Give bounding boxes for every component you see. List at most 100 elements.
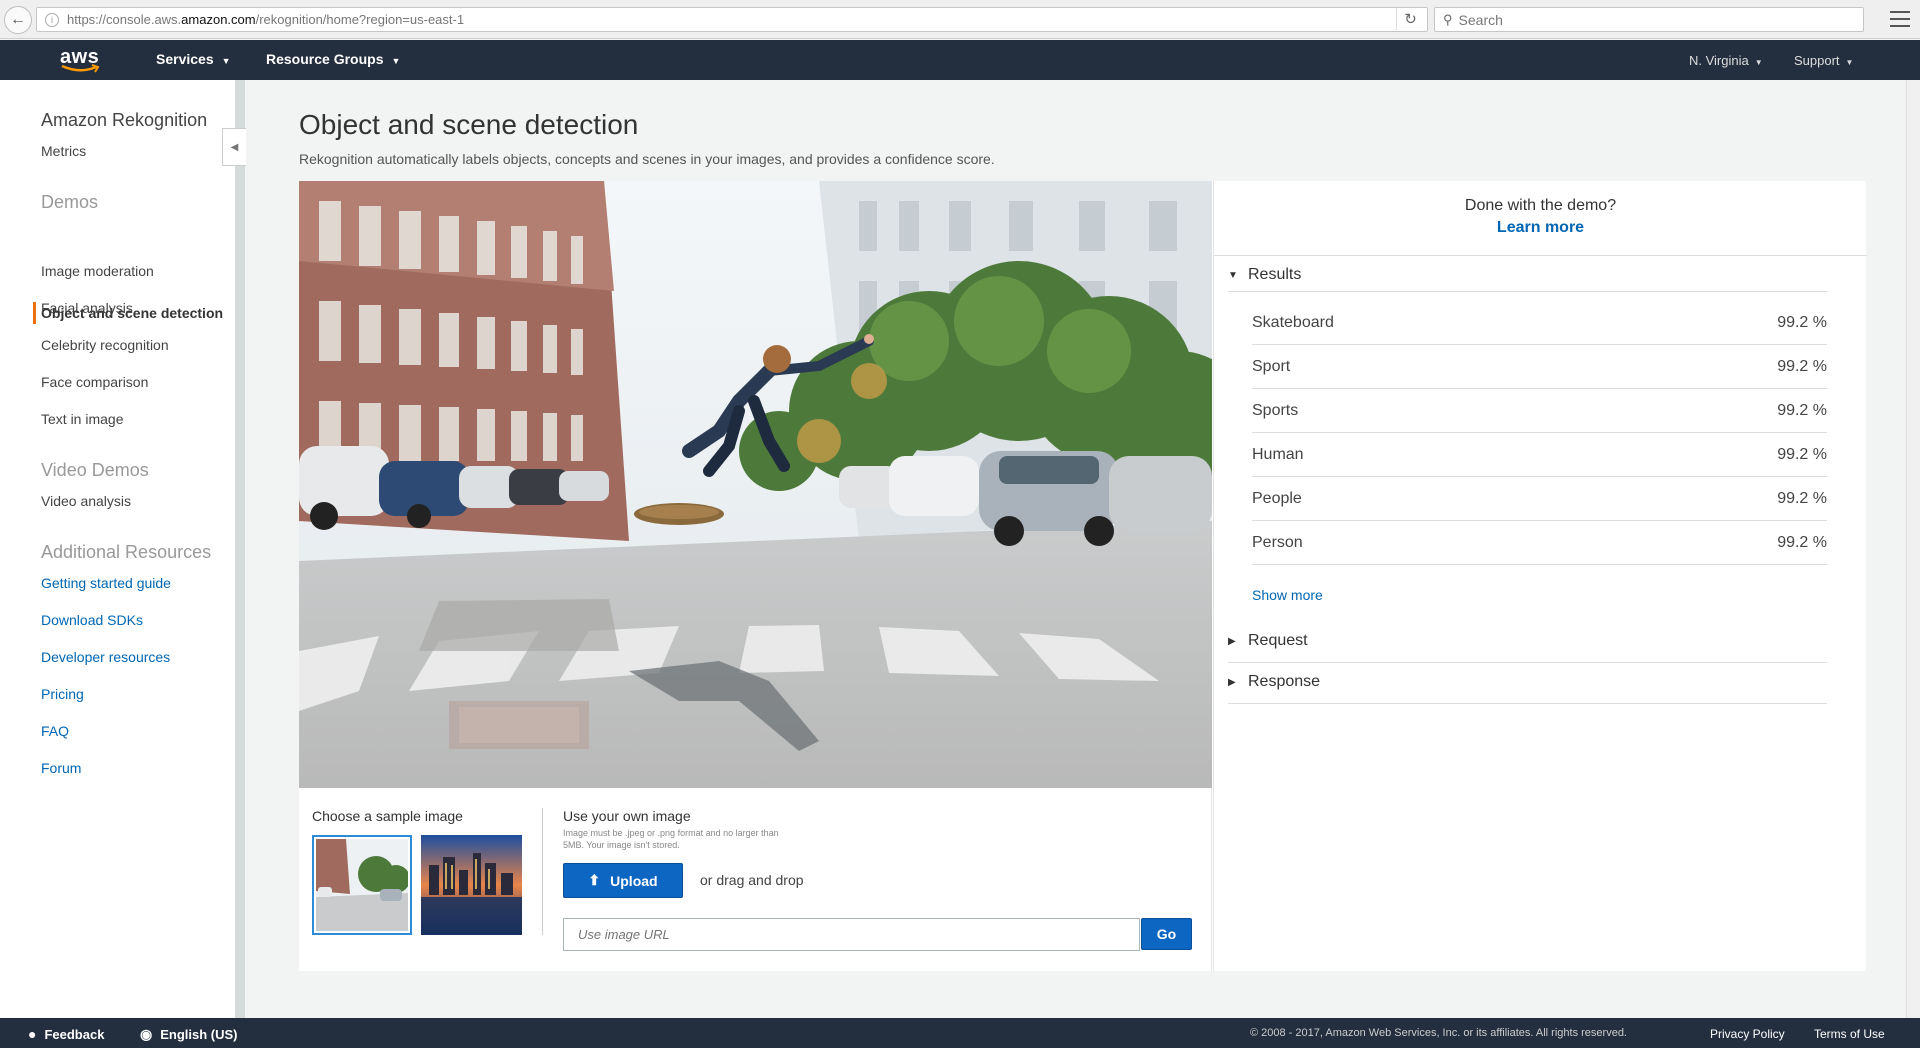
sidebar-link-forum[interactable]: Forum — [41, 760, 81, 776]
resource-groups-menu[interactable]: Resource Groups ▼ — [266, 51, 400, 67]
result-label-name: Skateboard — [1252, 313, 1334, 331]
url-host: amazon.com — [181, 12, 256, 27]
sidebar-item-metrics[interactable]: Metrics — [41, 143, 86, 159]
terms-of-use-link[interactable]: Terms of Use — [1814, 1027, 1885, 1041]
result-confidence: 99.2 % — [1777, 445, 1827, 463]
sidebar-link-getting-started[interactable]: Getting started guide — [41, 575, 171, 591]
services-label: Services — [156, 51, 214, 67]
image-requirements-hint: Image must be .jpeg or .png format and n… — [563, 828, 779, 850]
learn-more-link[interactable]: Learn more — [1214, 219, 1867, 237]
upload-button-label: Upload — [610, 872, 658, 889]
drag-drop-hint: or drag and drop — [700, 872, 804, 888]
hamburger-menu-icon[interactable] — [1890, 9, 1910, 29]
caret-right-icon: ▶ — [1228, 635, 1236, 647]
result-row: Sport 99.2 % — [1252, 345, 1827, 389]
support-menu[interactable]: Support ▼ — [1794, 53, 1853, 68]
response-divider — [1228, 703, 1827, 704]
browser-search-input[interactable]: ⚲ Search — [1434, 7, 1864, 32]
response-accordion-header[interactable]: ▶ Response — [1228, 673, 1320, 691]
page-description: Rekognition automatically labels objects… — [299, 151, 995, 167]
sidebar-link-pricing[interactable]: Pricing — [41, 686, 84, 702]
back-arrow-icon[interactable]: ← — [4, 6, 32, 34]
results-accordion-header[interactable]: ▼ Results — [1228, 266, 1301, 284]
controls-divider — [542, 808, 543, 935]
language-selector[interactable]: ◉ English (US) — [140, 1026, 238, 1043]
result-row: Skateboard 99.2 % — [1252, 301, 1827, 345]
image-input-controls: Choose a sample image Use your own image… — [299, 788, 1212, 971]
search-placeholder: Search — [1458, 11, 1503, 28]
sidebar-item-text-in-image[interactable]: Text in image — [41, 411, 123, 427]
sample-image-2-thumbnail[interactable] — [421, 835, 522, 935]
results-panel: Done with the demo? Learn more ▼ Results… — [1213, 181, 1867, 971]
sample-street-thumbnail — [316, 839, 410, 931]
region-label: N. Virginia — [1689, 53, 1749, 68]
result-row: Person 99.2 % — [1252, 521, 1827, 565]
upload-button[interactable]: ⬆ Upload — [563, 863, 683, 898]
sidebar-item-image-moderation[interactable]: Image moderation — [41, 263, 154, 279]
services-menu[interactable]: Services ▼ — [156, 51, 231, 67]
result-label-name: People — [1252, 489, 1302, 507]
sidebar-link-developer-resources[interactable]: Developer resources — [41, 649, 170, 665]
use-own-image-label: Use your own image — [563, 808, 691, 824]
aws-navbar: aws Services ▼ Resource Groups ▼ N. Virgin… — [0, 40, 1920, 80]
result-label-name: Sport — [1252, 357, 1291, 375]
sidebar-item-celebrity-recognition[interactable]: Celebrity recognition — [41, 337, 169, 353]
choose-sample-label: Choose a sample image — [312, 808, 463, 824]
speech-bubble-icon: ● — [28, 1026, 37, 1042]
sample-city-night-thumbnail — [421, 835, 522, 935]
url-prefix: https://console.aws. — [67, 12, 182, 27]
globe-icon: ◉ — [140, 1026, 153, 1042]
aws-smile-icon — [61, 64, 100, 73]
aws-logo[interactable]: aws — [60, 46, 104, 74]
sidebar-item-facial-analysis[interactable]: Facial analysis — [41, 300, 133, 316]
result-confidence: 99.2 % — [1777, 401, 1827, 419]
sidebar-link-download-sdks[interactable]: Download SDKs — [41, 612, 143, 628]
caret-down-icon: ▼ — [1845, 58, 1854, 67]
sample-image-1-thumbnail[interactable] — [312, 835, 412, 935]
go-button[interactable]: Go — [1141, 918, 1192, 950]
result-label-name: Human — [1252, 445, 1304, 463]
feedback-label: Feedback — [44, 1026, 105, 1042]
address-bar[interactable]: i https://console.aws. amazon.com/rekogni… — [36, 7, 1428, 32]
feedback-button[interactable]: ● Feedback — [28, 1026, 104, 1042]
result-row: Human 99.2 % — [1252, 433, 1827, 477]
reload-icon[interactable]: ↻ — [1396, 8, 1424, 30]
upload-icon: ⬆ — [588, 872, 601, 888]
request-heading: Request — [1248, 632, 1308, 649]
sidebar-heading-additional-resources: Additional Resources — [41, 542, 212, 562]
region-selector[interactable]: N. Virginia ▼ — [1689, 53, 1763, 68]
result-row: Sports 99.2 % — [1252, 389, 1827, 433]
skateboarder-street-photo — [299, 181, 1212, 788]
caret-right-icon: ▶ — [1228, 676, 1236, 688]
collapse-sidebar-icon[interactable]: ◀ — [222, 128, 246, 166]
support-label: Support — [1794, 53, 1840, 68]
result-confidence: 99.2 % — [1777, 357, 1827, 375]
sidebar-item-face-comparison[interactable]: Face comparison — [41, 374, 148, 390]
caret-down-icon: ▼ — [1754, 58, 1763, 67]
search-icon: ⚲ — [1443, 11, 1453, 27]
image-url-input[interactable] — [563, 918, 1140, 951]
done-with-demo-text: Done with the demo? — [1464, 197, 1617, 214]
page-title: Object and scene detection — [299, 109, 639, 140]
page-scrollbar[interactable] — [1906, 80, 1920, 1018]
resource-groups-label: Resource Groups — [266, 51, 384, 67]
url-path: /rekognition/home?region=us-east-1 — [255, 12, 465, 27]
copyright-text: © 2008 - 2017, Amazon Web Services, Inc.… — [1250, 1027, 1627, 1039]
result-row: People 99.2 % — [1252, 477, 1827, 521]
results-heading: Results — [1248, 266, 1302, 283]
sidebar-heading-video-demos: Video Demos — [41, 460, 149, 480]
results-divider — [1214, 255, 1867, 256]
result-label-name: Person — [1252, 533, 1303, 551]
sidebar-link-faq[interactable]: FAQ — [41, 723, 69, 739]
result-confidence: 99.2 % — [1777, 489, 1827, 507]
info-icon[interactable]: i — [45, 12, 59, 27]
analyzed-image — [299, 181, 1212, 788]
sidebar-title[interactable]: Amazon Rekognition — [41, 110, 207, 131]
privacy-policy-link[interactable]: Privacy Policy — [1710, 1027, 1785, 1041]
request-accordion-header[interactable]: ▶ Request — [1228, 632, 1308, 650]
chevron-down-icon: ▼ — [221, 56, 231, 66]
result-label-name: Sports — [1252, 401, 1299, 419]
results-header-divider — [1228, 291, 1827, 292]
sidebar-item-video-analysis[interactable]: Video analysis — [41, 493, 131, 509]
show-more-link[interactable]: Show more — [1252, 587, 1323, 603]
